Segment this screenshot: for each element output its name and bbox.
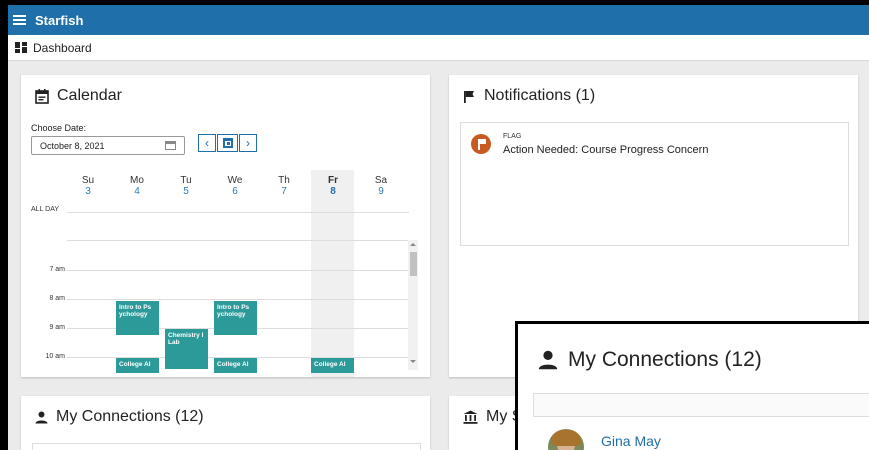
today-calendar-icon bbox=[222, 138, 233, 148]
date-nav: ‹ › bbox=[198, 134, 258, 152]
date-input-value: October 8, 2021 bbox=[40, 140, 105, 151]
flag-icon bbox=[464, 90, 474, 103]
day-header-we[interactable]: We 6 bbox=[211, 175, 259, 197]
day-header-th[interactable]: Th 7 bbox=[260, 175, 308, 197]
connections-title: My Connections (12) bbox=[56, 408, 204, 425]
scroll-down-icon[interactable] bbox=[410, 360, 416, 363]
scroll-up-icon[interactable] bbox=[410, 243, 416, 246]
selected-day-column bbox=[311, 170, 354, 377]
prev-week-button[interactable]: ‹ bbox=[198, 134, 216, 152]
notification-item[interactable]: FLAG Action Needed: Course Progress Conc… bbox=[460, 122, 849, 246]
hour-label: 10 am bbox=[45, 353, 65, 360]
scrollbar-thumb[interactable] bbox=[410, 252, 417, 276]
person-icon bbox=[35, 411, 48, 423]
list-divider bbox=[533, 416, 869, 417]
chevron-right-icon: › bbox=[246, 136, 250, 150]
top-bar: Starfish bbox=[8, 5, 869, 35]
calendar-event[interactable]: Intro to Ps ychology bbox=[214, 301, 257, 335]
grid-divider bbox=[67, 240, 409, 241]
chevron-left-icon: ‹ bbox=[205, 136, 209, 150]
day-header-fr[interactable]: Fr 8 bbox=[309, 175, 357, 197]
calendar-icon bbox=[35, 88, 49, 104]
breadcrumb: Dashboard bbox=[8, 35, 869, 61]
hour-label: 8 am bbox=[49, 295, 65, 302]
zoom-connections-title: My Connections (12) bbox=[568, 348, 762, 371]
connections-list bbox=[32, 443, 421, 450]
connections-list-header bbox=[533, 393, 869, 416]
calendar-event[interactable]: Chemistry I Lab bbox=[165, 329, 208, 369]
notification-text[interactable]: Action Needed: Course Progress Concern bbox=[503, 144, 708, 156]
breadcrumb-dashboard[interactable]: Dashboard bbox=[33, 41, 92, 55]
all-day-label: ALL DAY bbox=[31, 206, 60, 213]
calendar-event[interactable]: College Al bbox=[214, 358, 257, 373]
avatar[interactable] bbox=[548, 429, 584, 450]
hour-label: 7 am bbox=[49, 266, 65, 273]
dashboard-icon bbox=[15, 42, 27, 53]
date-input[interactable]: October 8, 2021 bbox=[31, 136, 185, 155]
calendar-event[interactable]: Intro to Ps ychology bbox=[116, 301, 159, 335]
date-picker-icon[interactable] bbox=[165, 141, 176, 150]
day-header-su[interactable]: Su 3 bbox=[64, 175, 112, 197]
day-header-sa[interactable]: Sa 9 bbox=[357, 175, 405, 197]
calendar-card: Calendar Choose Date: October 8, 2021 ‹ … bbox=[21, 75, 430, 377]
notification-type: FLAG bbox=[503, 133, 522, 140]
day-header-tu[interactable]: Tu 5 bbox=[162, 175, 210, 197]
calendar-event[interactable]: College Al bbox=[311, 358, 354, 373]
zoom-inset: My Connections (12) Gina May bbox=[515, 321, 869, 450]
notifications-title: Notifications (1) bbox=[484, 87, 596, 104]
today-button[interactable] bbox=[217, 134, 238, 152]
calendar-event[interactable]: College Al bbox=[116, 358, 159, 373]
person-icon bbox=[538, 350, 558, 370]
next-week-button[interactable]: › bbox=[239, 134, 257, 152]
all-day-divider bbox=[67, 212, 409, 213]
hour-label: 9 am bbox=[49, 324, 65, 331]
flag-badge-icon bbox=[471, 134, 491, 154]
institution-icon bbox=[463, 410, 478, 424]
connection-name-link[interactable]: Gina May bbox=[601, 433, 661, 449]
connections-card: My Connections (12) bbox=[21, 396, 430, 450]
day-header-mo[interactable]: Mo 4 bbox=[113, 175, 161, 197]
choose-date-label: Choose Date: bbox=[31, 123, 87, 133]
hour-line bbox=[67, 299, 409, 300]
calendar-title: Calendar bbox=[57, 87, 122, 104]
app-title: Starfish bbox=[35, 12, 84, 28]
hamburger-menu-icon[interactable] bbox=[13, 15, 26, 25]
hour-line bbox=[67, 270, 409, 271]
